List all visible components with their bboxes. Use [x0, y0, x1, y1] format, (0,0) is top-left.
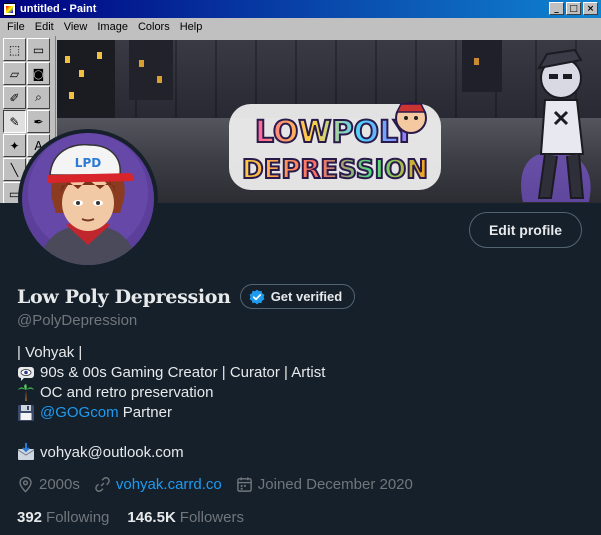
magnifier-icon: ⌕: [27, 86, 50, 109]
close-icon: ×: [583, 2, 598, 15]
location-item: 2000s: [17, 476, 80, 493]
follow-stats: 392 Following 146.5K Followers: [17, 509, 262, 526]
brush-icon: ✒: [27, 110, 50, 133]
color-picker-icon: ✐: [3, 86, 26, 109]
free-select-icon: ⬚: [3, 38, 26, 61]
paint-app-icon: [3, 2, 16, 16]
fill-icon: ◙: [27, 62, 50, 85]
website-link[interactable]: vohyak.carrd.co: [116, 476, 222, 493]
menu-colors: Colors: [137, 21, 170, 33]
joined-item: Joined December 2020: [236, 476, 413, 493]
get-verified-button[interactable]: Get verified: [239, 284, 356, 309]
bio-line-4-rest: Partner: [118, 404, 172, 421]
edit-profile-button[interactable]: Edit profile: [469, 212, 582, 248]
link-icon: [95, 477, 110, 492]
profile-meta: 2000s vohyak.carrd.co Joined December 20…: [17, 476, 427, 493]
following-label: Following: [46, 509, 110, 526]
eye-in-speech-bubble-icon: [18, 367, 34, 381]
eraser-icon: ▱: [3, 62, 26, 85]
pencil-icon: ✎: [3, 110, 26, 133]
svg-text:DEPRESSION: DEPRESSION: [242, 155, 428, 185]
followers-link[interactable]: 146.5K Followers: [127, 509, 244, 526]
menu-view: View: [63, 21, 88, 33]
following-link[interactable]: 392 Following: [17, 509, 109, 526]
menu-image: Image: [97, 21, 128, 33]
svg-text:LOWPOLY: LOWPOLY: [255, 115, 417, 150]
website-item: vohyak.carrd.co: [94, 476, 222, 493]
airbrush-icon: ✦: [3, 134, 26, 157]
maximize-icon: □: [566, 2, 581, 15]
bio-line-2: 90s & 00s Gaming Creator | Curator | Art…: [40, 364, 326, 381]
display-name: Low Poly Depression: [17, 285, 231, 308]
menu-file: File: [7, 21, 25, 33]
minimize-icon: _: [549, 2, 564, 15]
graffiti-logo: LOWPOLY DEPRESSION: [229, 102, 441, 190]
building: [57, 40, 115, 118]
get-verified-label: Get verified: [270, 289, 343, 304]
banner-character: [521, 48, 591, 202]
user-handle: @PolyDepression: [17, 312, 138, 329]
building: [129, 40, 173, 100]
location-pin-icon: [19, 476, 32, 493]
profile-bio: | Vohyak | 90s & 00s Gaming Creator | Cu…: [17, 343, 325, 423]
menu-help: Help: [179, 21, 203, 33]
joined-text: Joined December 2020: [257, 476, 413, 493]
envelope-arrow-icon: [17, 443, 35, 460]
bio-email: vohyak@outlook.com: [17, 443, 184, 461]
bio-line-1: | Vohyak |: [17, 344, 83, 361]
menu-edit: Edit: [34, 21, 54, 33]
select-icon: ▭: [27, 38, 50, 61]
paint-titlebar: untitled - Paint _ □ ×: [0, 0, 601, 18]
avatar-image: LPD: [22, 133, 154, 265]
profile-avatar[interactable]: LPD: [18, 129, 158, 269]
gogcom-mention-link[interactable]: @GOGcom: [40, 403, 119, 423]
calendar-icon: [236, 477, 252, 492]
paint-window-title: untitled - Paint: [20, 3, 97, 15]
palm-tree-icon: [18, 384, 34, 401]
verified-badge-icon: [249, 289, 265, 304]
bio-line-3: OC and retro preservation: [40, 384, 214, 401]
building: [462, 40, 502, 92]
followers-label: Followers: [179, 509, 244, 526]
location-text: 2000s: [39, 476, 80, 493]
email-text: vohyak@outlook.com: [40, 443, 184, 461]
following-count: 392: [17, 509, 43, 526]
svg-text:LPD: LPD: [75, 156, 101, 170]
paint-menubar: File Edit View Image Colors Help: [0, 18, 601, 36]
floppy-disk-icon: [18, 405, 34, 421]
followers-count: 146.5K: [127, 509, 176, 526]
name-row: Low Poly Depression Get verified: [17, 284, 356, 309]
